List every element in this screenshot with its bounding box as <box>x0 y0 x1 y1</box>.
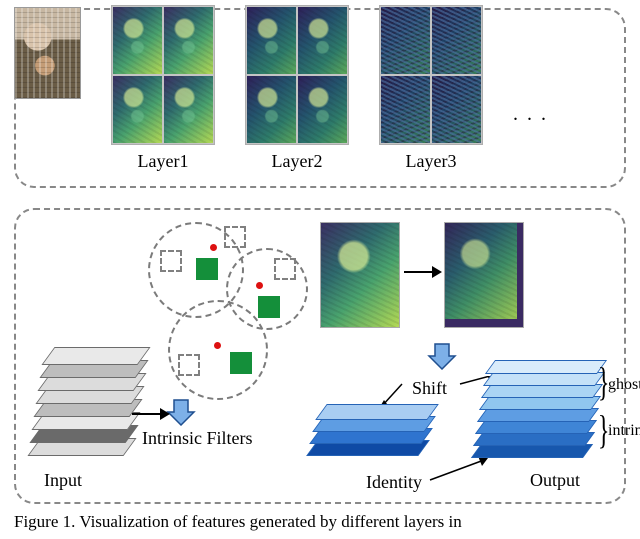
layer2-group: Layer2 <box>245 5 349 172</box>
arrow-right-icon <box>130 404 170 424</box>
arrow-down-icon <box>427 342 457 370</box>
layer3-featuremap <box>431 75 482 144</box>
output-stack <box>476 352 608 474</box>
layer1-label: Layer1 <box>138 151 189 172</box>
ghost-square-icon <box>224 226 246 248</box>
layer2-featuremap <box>246 6 297 75</box>
layer1-featuremap <box>163 75 214 144</box>
layer3-featuremap <box>380 6 431 75</box>
centroid-dot-icon <box>256 282 263 289</box>
intrinsic-brace-label: intrinsic <box>608 422 640 440</box>
layer1-featuremap <box>163 6 214 75</box>
layer2-featuremaps <box>245 5 349 145</box>
intrinsic-square-icon <box>230 352 252 374</box>
intrinsic-square-icon <box>258 296 280 318</box>
layer1-featuremaps <box>111 5 215 145</box>
output-label: Output <box>530 470 580 491</box>
cluster-circle <box>168 300 268 400</box>
arrow-right-icon <box>404 264 442 280</box>
layer3-group: Layer3 <box>379 5 483 172</box>
layer2-label: Layer2 <box>272 151 323 172</box>
ghost-square-icon <box>178 354 200 376</box>
intrinsic-feature-map <box>320 222 400 328</box>
ellipsis: . . . <box>513 51 548 126</box>
layer3-featuremaps <box>379 5 483 145</box>
input-thumbnail <box>14 7 81 99</box>
intrinsic-square-icon <box>196 258 218 280</box>
layer2-featuremap <box>297 6 348 75</box>
layer1-featuremap <box>112 6 163 75</box>
ghost-square-icon <box>274 258 296 280</box>
layer2-featuremap <box>297 75 348 144</box>
input-label: Input <box>44 470 82 491</box>
centroid-dot-icon <box>214 342 221 349</box>
identity-label: Identity <box>366 472 422 493</box>
shifted-feature-map <box>444 222 524 328</box>
filters-label: Intrinsic Filters <box>142 428 253 449</box>
input-stack <box>34 340 140 460</box>
layer3-featuremap <box>380 75 431 144</box>
layer1-featuremap <box>112 75 163 144</box>
figure-caption: Figure 1. Visualization of features gene… <box>14 512 626 532</box>
ghost-square-icon <box>160 250 182 272</box>
ghost-brace-label: ghost <box>608 376 640 394</box>
arrow-down-icon <box>166 398 196 426</box>
layer2-featuremap <box>246 75 297 144</box>
layer3-featuremap <box>431 6 482 75</box>
top-row: Layer1 Layer2 Layer3 . . . <box>14 5 548 172</box>
centroid-dot-icon <box>210 244 217 251</box>
layer1-group: Layer1 <box>111 5 215 172</box>
layer3-label: Layer3 <box>406 151 457 172</box>
intrinsic-stack <box>312 398 436 474</box>
